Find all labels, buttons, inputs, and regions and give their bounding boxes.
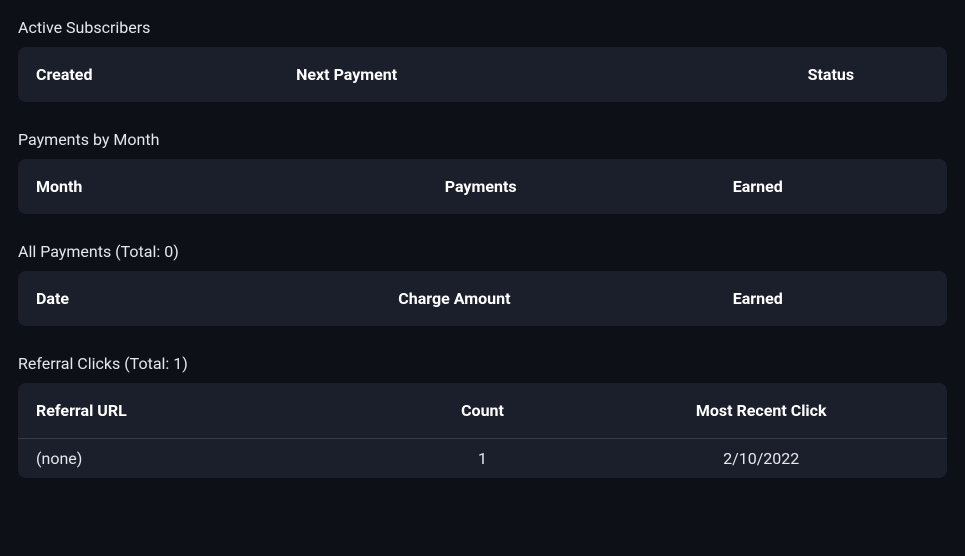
referral-clicks-table-wrap: Referral URL Count Most Recent Click (no… xyxy=(18,383,947,478)
col-next-payment: Next Payment xyxy=(278,47,715,102)
payments-by-month-table: Month Payments Earned xyxy=(18,159,947,214)
active-subscribers-table-wrap: Created Next Payment Status xyxy=(18,47,947,102)
col-status: Status xyxy=(715,47,947,102)
payments-by-month-table-wrap: Month Payments Earned xyxy=(18,159,947,214)
cell-most-recent-click: 2/10/2022 xyxy=(575,439,947,479)
col-created: Created xyxy=(18,47,278,102)
table-header-row: Referral URL Count Most Recent Click xyxy=(18,383,947,439)
table-header-row: Month Payments Earned xyxy=(18,159,947,214)
referral-clicks-table: Referral URL Count Most Recent Click (no… xyxy=(18,383,947,478)
col-earned: Earned xyxy=(715,159,947,214)
table-row: (none) 1 2/10/2022 xyxy=(18,439,947,479)
col-date: Date xyxy=(18,271,380,326)
active-subscribers-title: Active Subscribers xyxy=(18,18,947,37)
active-subscribers-table: Created Next Payment Status xyxy=(18,47,947,102)
payments-by-month-title: Payments by Month xyxy=(18,130,947,149)
col-charge-amount: Charge Amount xyxy=(380,271,714,326)
table-header-row: Created Next Payment Status xyxy=(18,47,947,102)
table-header-row: Date Charge Amount Earned xyxy=(18,271,947,326)
col-count: Count xyxy=(390,383,576,439)
active-subscribers-section: Active Subscribers Created Next Payment … xyxy=(18,18,947,102)
referral-clicks-title: Referral Clicks (Total: 1) xyxy=(18,354,947,373)
col-payments: Payments xyxy=(427,159,715,214)
all-payments-table-wrap: Date Charge Amount Earned xyxy=(18,271,947,326)
col-earned: Earned xyxy=(715,271,947,326)
cell-referral-url: (none) xyxy=(18,439,390,479)
col-month: Month xyxy=(18,159,427,214)
col-most-recent-click: Most Recent Click xyxy=(575,383,947,439)
all-payments-table: Date Charge Amount Earned xyxy=(18,271,947,326)
referral-clicks-section: Referral Clicks (Total: 1) Referral URL … xyxy=(18,354,947,478)
payments-by-month-section: Payments by Month Month Payments Earned xyxy=(18,130,947,214)
cell-count: 1 xyxy=(390,439,576,479)
all-payments-section: All Payments (Total: 0) Date Charge Amou… xyxy=(18,242,947,326)
col-referral-url: Referral URL xyxy=(18,383,390,439)
all-payments-title: All Payments (Total: 0) xyxy=(18,242,947,261)
